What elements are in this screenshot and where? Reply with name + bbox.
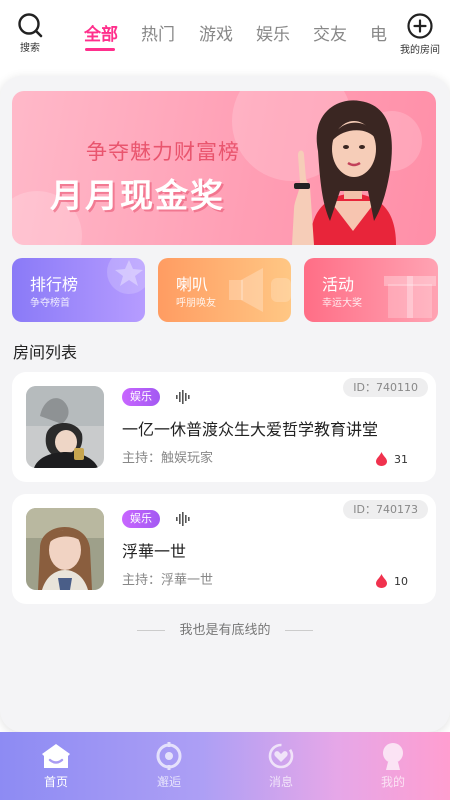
room-name: 一亿一休普渡众生大爱哲学教育讲堂 bbox=[122, 420, 379, 439]
banner-title: 月月现金奖 bbox=[50, 176, 225, 215]
room-list-heading: 房间列表 bbox=[13, 343, 78, 362]
banner-model-illustration bbox=[292, 100, 396, 245]
room-heat-count: 31 bbox=[394, 453, 408, 466]
tab-entertainment[interactable]: 娱乐 bbox=[256, 20, 290, 45]
room-name: 浮華一世 bbox=[122, 542, 187, 561]
flame-drop-icon bbox=[376, 452, 387, 466]
quick-link-title: 喇叭 bbox=[176, 275, 209, 294]
nav-home[interactable]: 首页 bbox=[21, 742, 91, 790]
divider bbox=[284, 630, 313, 631]
tab-hot[interactable]: 热门 bbox=[141, 20, 175, 45]
quick-link-subtitle: 争夺榜首 bbox=[30, 298, 70, 309]
chat-heart-icon bbox=[268, 743, 294, 769]
end-of-list-note: 我也是有底线的 bbox=[0, 619, 450, 638]
main-panel: 争夺魅力财富榜 月月现金奖 排行榜 争夺榜首 喇叭 呼朋唤友 活动 幸运大奖 房… bbox=[0, 76, 450, 732]
flame-drop-icon bbox=[376, 574, 387, 588]
nav-messages[interactable]: 消息 bbox=[246, 742, 316, 790]
room-host: 主持：浮華一世 bbox=[122, 573, 214, 588]
quick-link-title: 排行榜 bbox=[30, 275, 79, 294]
room-thumbnail bbox=[26, 508, 104, 590]
room-card[interactable]: 娱乐 ID：740110 一亿一休普渡众生大爱哲学教育讲堂 主持：触娱玩家 31 bbox=[12, 372, 436, 482]
quick-link-title: 活动 bbox=[322, 275, 355, 294]
person-icon bbox=[383, 743, 403, 770]
my-room-button[interactable]: 我的房间 bbox=[394, 12, 446, 60]
search-button[interactable]: 搜索 bbox=[12, 10, 48, 58]
promo-banner[interactable]: 争夺魅力财富榜 月月现金奖 bbox=[12, 91, 436, 245]
tab-more[interactable]: 电 bbox=[370, 20, 387, 45]
category-tag: 娱乐 bbox=[122, 388, 160, 406]
home-icon bbox=[42, 744, 70, 768]
top-bar: 搜索 全部 热门 游戏 娱乐 交友 电 我的房间 bbox=[0, 0, 450, 64]
nav-label: 首页 bbox=[43, 775, 68, 789]
nav-me[interactable]: 我的 bbox=[358, 742, 428, 790]
category-tabs: 全部 热门 游戏 娱乐 交友 电 bbox=[76, 0, 388, 64]
nav-meet[interactable]: 邂逅 bbox=[134, 742, 204, 790]
gift-box-icon bbox=[384, 276, 436, 318]
nav-label: 消息 bbox=[268, 775, 293, 789]
end-of-list-text: 我也是有底线的 bbox=[179, 623, 271, 638]
room-card[interactable]: 娱乐 ID：740173 浮華一世 主持：浮華一世 10 bbox=[12, 494, 436, 604]
plus-circle-icon bbox=[407, 13, 433, 39]
search-label: 搜索 bbox=[20, 43, 40, 54]
star-badge-icon bbox=[107, 258, 145, 294]
megaphone-icon bbox=[229, 268, 291, 312]
nav-label: 我的 bbox=[380, 775, 405, 789]
divider bbox=[137, 630, 166, 631]
quick-link-activity[interactable]: 活动 幸运大奖 bbox=[304, 258, 438, 322]
room-id-badge: ID：740173 bbox=[343, 500, 428, 519]
nav-label: 邂逅 bbox=[156, 775, 181, 789]
room-host: 主持：触娱玩家 bbox=[122, 451, 214, 466]
compass-icon bbox=[156, 742, 182, 770]
tab-all[interactable]: 全部 bbox=[84, 20, 118, 45]
quick-link-subtitle: 幸运大奖 bbox=[322, 298, 362, 309]
sound-wave-icon bbox=[176, 512, 190, 526]
active-tab-indicator bbox=[85, 48, 115, 51]
category-tag: 娱乐 bbox=[122, 510, 160, 528]
quick-link-subtitle: 呼朋唤友 bbox=[176, 298, 216, 309]
tab-games[interactable]: 游戏 bbox=[199, 20, 233, 45]
room-thumbnail bbox=[26, 386, 104, 468]
quick-link-ranking[interactable]: 排行榜 争夺榜首 bbox=[12, 258, 145, 322]
banner-subtitle: 争夺魅力财富榜 bbox=[86, 140, 240, 164]
quick-link-horn[interactable]: 喇叭 呼朋唤友 bbox=[158, 258, 291, 322]
search-icon bbox=[18, 13, 43, 38]
sound-wave-icon bbox=[176, 390, 190, 404]
my-room-label: 我的房间 bbox=[400, 45, 440, 56]
bottom-navigation: 首页 邂逅 消息 我的 bbox=[0, 732, 450, 800]
room-id-badge: ID：740110 bbox=[343, 378, 428, 397]
tab-social[interactable]: 交友 bbox=[313, 20, 347, 45]
room-heat-count: 10 bbox=[394, 575, 408, 588]
